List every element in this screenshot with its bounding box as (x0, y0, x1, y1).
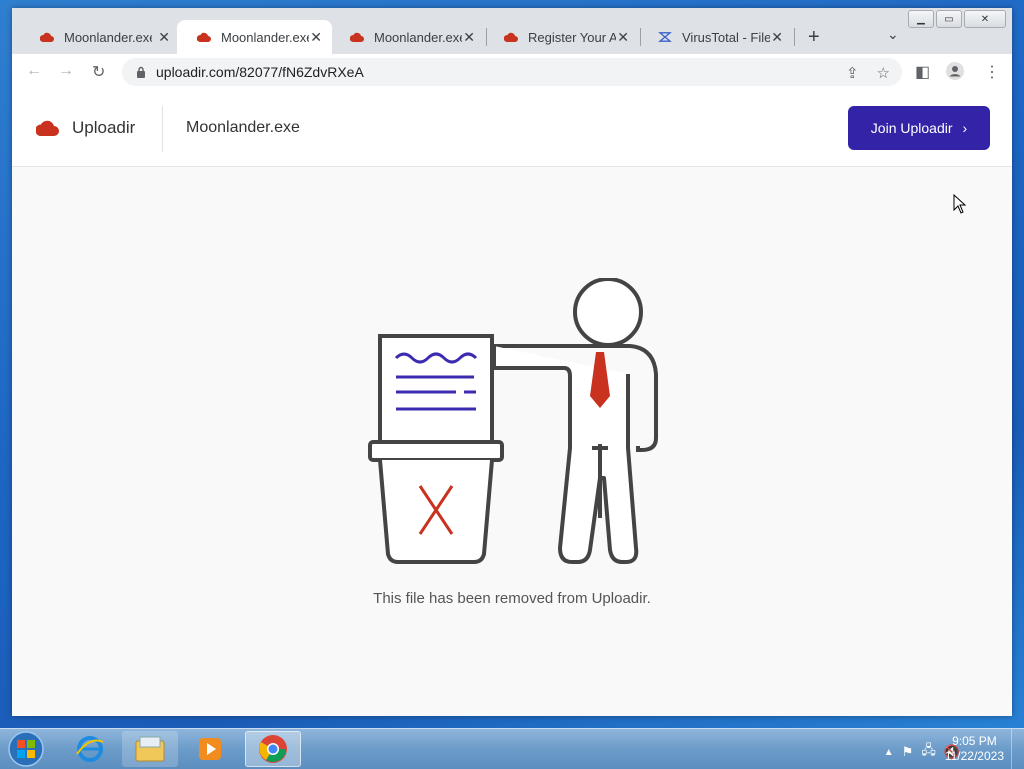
network-icon[interactable]: 🖧 (921, 741, 936, 763)
tab-close-icon[interactable]: ✕ (463, 29, 475, 46)
chevron-down-icon[interactable]: ⌄ (887, 26, 899, 43)
brand-name: Uploadir (72, 118, 136, 137)
tab-moonlander-1[interactable]: Moonlander.exe ✕ (20, 20, 180, 54)
tab-moonlander-active[interactable]: Moonlander.exe ✕ (177, 20, 332, 54)
cloud-icon (504, 32, 518, 42)
browser-window: Moonlander.exe ✕ Moonlander.exe ✕ Moonla… (12, 8, 1012, 716)
show-desktop-button[interactable] (1011, 729, 1024, 769)
new-tab-icon[interactable]: + (808, 26, 820, 49)
tab-close-icon[interactable]: ✕ (310, 29, 322, 46)
tab-separator (794, 28, 795, 46)
bin-lid (368, 440, 504, 462)
action-center-flag-icon[interactable]: ⚑ (902, 744, 914, 760)
side-panel-icon[interactable]: ◧ (915, 62, 930, 82)
bookmark-star-icon[interactable]: ☆ (877, 64, 890, 82)
address-bar[interactable]: uploadir.com/82077/fN6ZdvRXeA ⇪ ☆ (122, 58, 902, 86)
tab-title: VirusTotal - File - (682, 29, 770, 45)
chrome-taskbar-icon[interactable] (245, 731, 301, 767)
tab-title: Moonlander.exe (64, 29, 152, 45)
tab-moonlander-3[interactable]: Moonlander.exe ✕ (330, 20, 485, 54)
tab-virustotal[interactable]: VirusTotal - File - ✕ (638, 20, 793, 54)
person-head (573, 278, 643, 347)
clock-date: 11/22/2023 (944, 749, 1004, 763)
forward-arrow-icon[interactable]: → (58, 62, 74, 80)
tab-strip: Moonlander.exe ✕ Moonlander.exe ✕ Moonla… (12, 8, 1012, 54)
tab-close-icon[interactable]: ✕ (617, 29, 629, 46)
back-arrow-icon[interactable]: ← (26, 62, 42, 80)
window-controls: ▁ ▭ ✕ (908, 10, 1006, 28)
join-uploadir-button[interactable]: Join Uploadir › (848, 106, 990, 150)
mouse-cursor-icon (953, 194, 967, 214)
close-window-icon[interactable]: ✕ (964, 10, 1006, 28)
file-name: Moonlander.exe (186, 119, 300, 136)
windows-start-icon[interactable] (6, 730, 46, 768)
show-hidden-icons-icon[interactable]: ▲ (884, 747, 894, 758)
share-icon[interactable]: ⇪ (846, 64, 859, 82)
media-player-icon[interactable] (182, 731, 238, 767)
file-explorer-icon[interactable] (122, 731, 178, 767)
url-text: uploadir.com/82077/fN6ZdvRXeA (156, 64, 364, 80)
taskbar-clock[interactable]: 9:05 PM 11/22/2023 (945, 734, 1004, 764)
reload-icon[interactable]: ↻ (92, 62, 105, 82)
cloud-icon (197, 32, 211, 42)
omnibox-actions: ⇪ ☆ (846, 64, 890, 82)
browser-toolbar: ← → ↻ uploadir.com/82077/fN6ZdvRXeA ⇪ ☆ … (12, 54, 1012, 91)
tab-title: Moonlander.exe (374, 29, 462, 45)
uploadir-cloud-logo-icon (36, 120, 59, 136)
page-content: Uploadir Moonlander.exe Join Uploadir › (12, 90, 1012, 716)
virustotal-icon (658, 32, 672, 42)
tab-title: Moonlander.exe (221, 29, 309, 45)
profile-avatar-icon[interactable] (946, 62, 964, 85)
file-removed-illustration (368, 278, 658, 564)
tab-close-icon[interactable]: ✕ (158, 29, 170, 46)
menu-kebab-icon[interactable]: ⋮ (984, 62, 1000, 82)
person-body (492, 346, 639, 564)
brand-link[interactable]: Uploadir (36, 118, 135, 138)
tab-close-icon[interactable]: ✕ (771, 29, 783, 46)
cloud-icon (350, 32, 364, 42)
maximize-icon[interactable]: ▭ (936, 10, 962, 28)
chevron-right-icon: › (962, 120, 968, 136)
taskbar: ▲ ⚑ 🖧 🔇 9:05 PM 11/22/2023 (0, 728, 1024, 769)
clock-time: 9:05 PM (952, 734, 997, 748)
document-shape (378, 334, 494, 444)
cloud-icon (40, 32, 54, 42)
internet-explorer-icon[interactable] (62, 731, 118, 767)
header-divider (162, 106, 163, 152)
tab-title: Register Your Account (528, 29, 616, 45)
minimize-icon[interactable]: ▁ (908, 10, 934, 28)
join-button-label: Join Uploadir (870, 120, 953, 136)
site-header: Uploadir Moonlander.exe Join Uploadir › (12, 90, 1012, 167)
tab-register[interactable]: Register Your Account ✕ (484, 20, 639, 54)
lock-icon (137, 66, 145, 78)
file-removed-message: This file has been removed from Uploadir… (373, 590, 651, 607)
